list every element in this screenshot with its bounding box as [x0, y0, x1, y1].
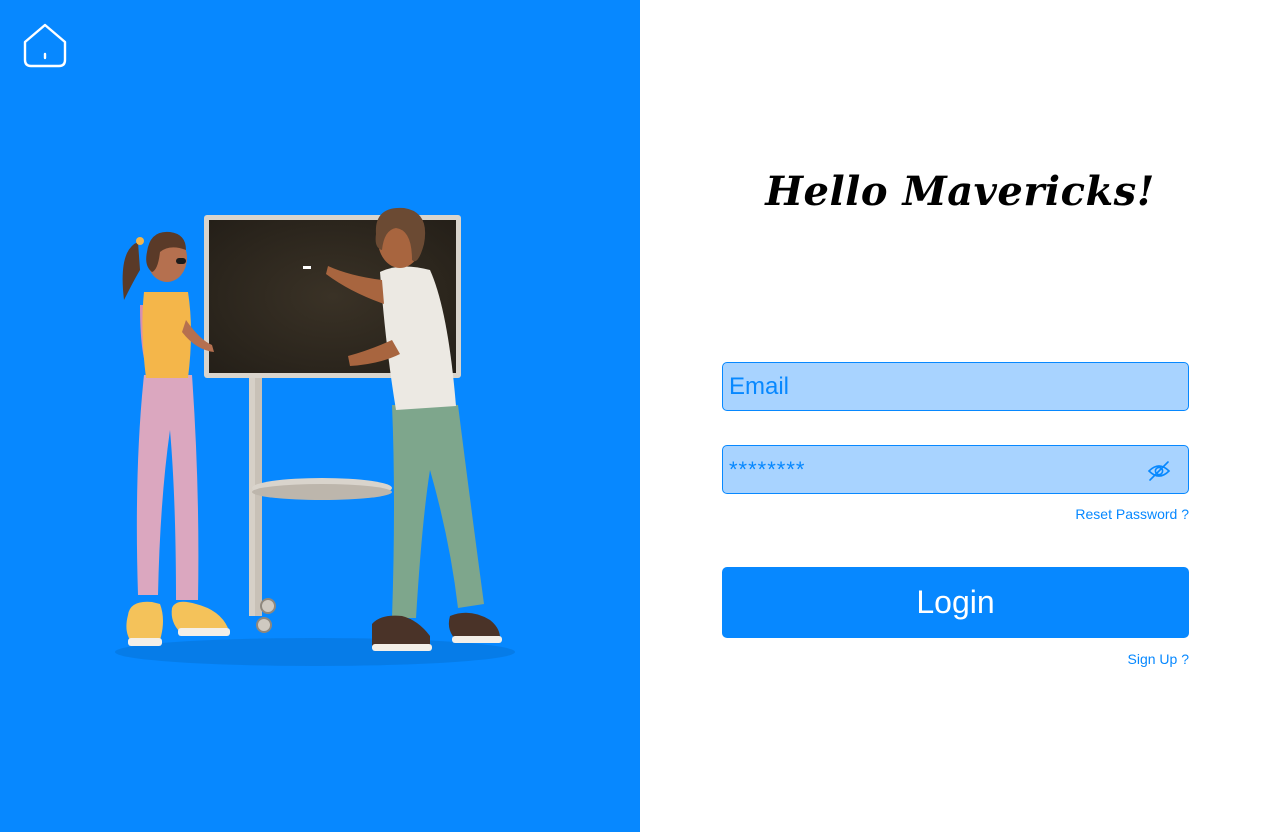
password-input[interactable]: [723, 446, 1188, 493]
eye-off-icon[interactable]: [1146, 458, 1172, 484]
greeting-title: Hello Mavericks!: [765, 168, 1155, 215]
login-button[interactable]: Login: [722, 567, 1189, 638]
chalkboard-illustration: [100, 200, 530, 670]
email-field-container: [722, 362, 1189, 411]
left-panel: [0, 0, 640, 832]
reset-password-link[interactable]: Reset Password ?: [1075, 506, 1189, 522]
login-panel: Hello Mavericks! Reset Password ? Login …: [640, 0, 1280, 832]
password-field-container: [722, 445, 1189, 494]
email-input[interactable]: [723, 363, 1188, 410]
home-icon[interactable]: [22, 22, 68, 68]
sign-up-link[interactable]: Sign Up ?: [1128, 651, 1189, 667]
